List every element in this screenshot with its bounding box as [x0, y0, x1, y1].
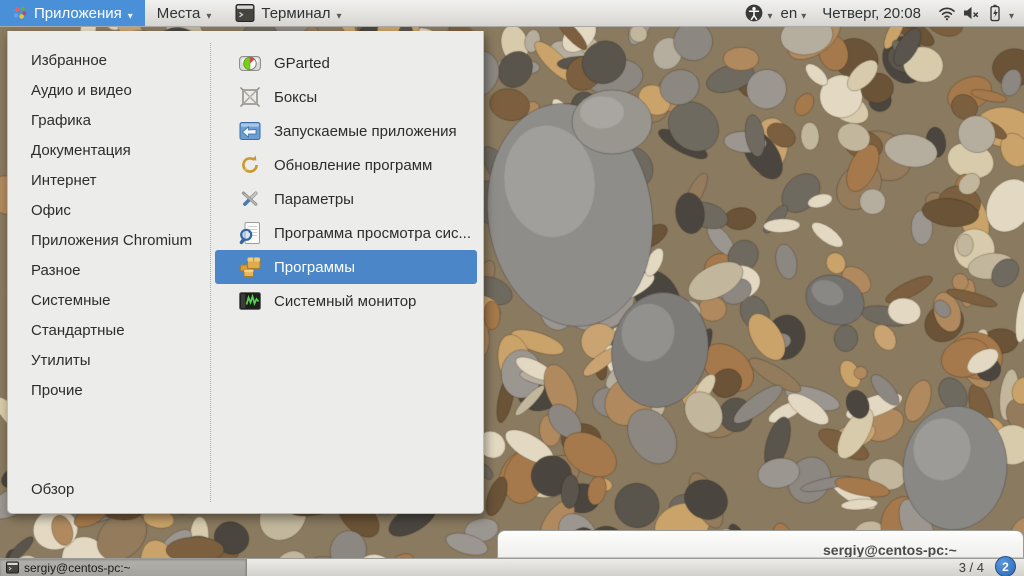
applications-menu-popup: Избранное Аудио и видео Графика Документ…	[7, 31, 484, 514]
notification-badge[interactable]: 2	[995, 556, 1016, 576]
chevron-down-icon	[336, 5, 341, 22]
clock[interactable]: Четверг, 20:08	[814, 5, 929, 22]
wifi-icon	[937, 3, 957, 23]
app-item-label: Боксы	[274, 88, 318, 106]
app-item-software[interactable]: Программы	[215, 250, 477, 284]
app-item-label: Программа просмотра сис...	[274, 224, 471, 242]
status-tray: en Четверг, 20:08	[744, 0, 1024, 26]
system-monitor-icon	[238, 289, 262, 313]
software-packages-icon	[238, 255, 262, 279]
menu-divider	[210, 43, 211, 502]
app-item-label: Обновление программ	[274, 156, 433, 174]
category-other[interactable]: Прочие	[8, 376, 210, 406]
app-item-gparted[interactable]: GParted	[215, 46, 477, 80]
app-item-system-monitor[interactable]: Системный монитор	[215, 284, 477, 318]
category-internet[interactable]: Интернет	[8, 166, 210, 196]
taskbar-window-label: sergiy@centos-pc:~	[24, 560, 131, 575]
keyboard-layout-label: en	[780, 4, 798, 22]
app-item-settings[interactable]: Параметры	[215, 182, 477, 216]
category-documentation[interactable]: Документация	[8, 136, 210, 166]
category-favorites[interactable]: Избранное	[8, 46, 210, 76]
places-menu-label: Места	[156, 4, 201, 22]
applications-menu-label: Приложения	[34, 4, 122, 22]
app-menu-label: Терминал	[261, 4, 331, 22]
category-graphics[interactable]: Графика	[8, 106, 210, 136]
chevron-down-icon	[768, 5, 773, 22]
accessibility-icon	[744, 3, 764, 23]
terminal-icon	[235, 3, 255, 23]
chevron-down-icon	[1009, 5, 1014, 22]
category-accessories[interactable]: Стандартные	[8, 316, 210, 346]
gparted-icon	[238, 51, 262, 75]
category-utilities[interactable]: Утилиты	[8, 346, 210, 376]
app-item-software-update[interactable]: Обновление программ	[215, 148, 477, 182]
terminal-icon	[6, 561, 19, 574]
taskbar-window-button[interactable]: sergiy@centos-pc:~	[0, 558, 247, 576]
chevron-down-icon	[128, 5, 133, 22]
application-list: GParted Боксы Запускаемые приложения Обн…	[215, 46, 477, 318]
app-item-label: Параметры	[274, 190, 354, 208]
app-item-startup-applications[interactable]: Запускаемые приложения	[215, 114, 477, 148]
log-viewer-icon	[238, 221, 262, 245]
category-misc[interactable]: Разное	[8, 256, 210, 286]
battery-charging-icon	[985, 3, 1005, 23]
workspace-indicator[interactable]: 3 / 4	[959, 560, 984, 575]
app-item-label: Программы	[274, 258, 356, 276]
chevron-down-icon	[801, 5, 806, 22]
app-item-log-viewer[interactable]: Программа просмотра сис...	[215, 216, 477, 250]
applications-menu-button[interactable]: Приложения	[0, 0, 145, 26]
category-list: Избранное Аудио и видео Графика Документ…	[8, 46, 210, 406]
app-item-label: Запускаемые приложения	[274, 122, 457, 140]
app-item-boxes[interactable]: Боксы	[215, 80, 477, 114]
terminal-window[interactable]: sergiy@centos-pc:~	[497, 530, 1024, 558]
startup-apps-icon	[238, 119, 262, 143]
category-system[interactable]: Системные	[8, 286, 210, 316]
software-update-icon	[238, 153, 262, 177]
top-panel: Приложения Места Терминал en	[0, 0, 1024, 27]
window-title: sergiy@centos-pc:~	[823, 542, 957, 558]
system-status-menu[interactable]	[937, 3, 1014, 23]
volume-muted-icon	[961, 3, 981, 23]
places-menu-button[interactable]: Места	[145, 0, 224, 26]
desktop: Приложения Места Терминал en	[0, 0, 1024, 576]
boxes-icon	[238, 85, 262, 109]
category-chromium-apps[interactable]: Приложения Chromium	[8, 226, 210, 256]
window-list-taskbar: sergiy@centos-pc:~ 3 / 4 2	[0, 556, 1024, 576]
category-office[interactable]: Офис	[8, 196, 210, 226]
app-item-label: Системный монитор	[274, 292, 417, 310]
keyboard-layout-menu[interactable]: en	[781, 5, 807, 22]
category-audio-video[interactable]: Аудио и видео	[8, 76, 210, 106]
applications-grid-icon	[12, 5, 28, 21]
accessibility-menu[interactable]	[744, 3, 773, 23]
overview-item[interactable]: Обзор	[8, 475, 210, 505]
app-menu-button[interactable]: Терминал	[223, 0, 353, 26]
chevron-down-icon	[206, 5, 211, 22]
settings-icon	[238, 187, 262, 211]
app-item-label: GParted	[274, 54, 330, 72]
